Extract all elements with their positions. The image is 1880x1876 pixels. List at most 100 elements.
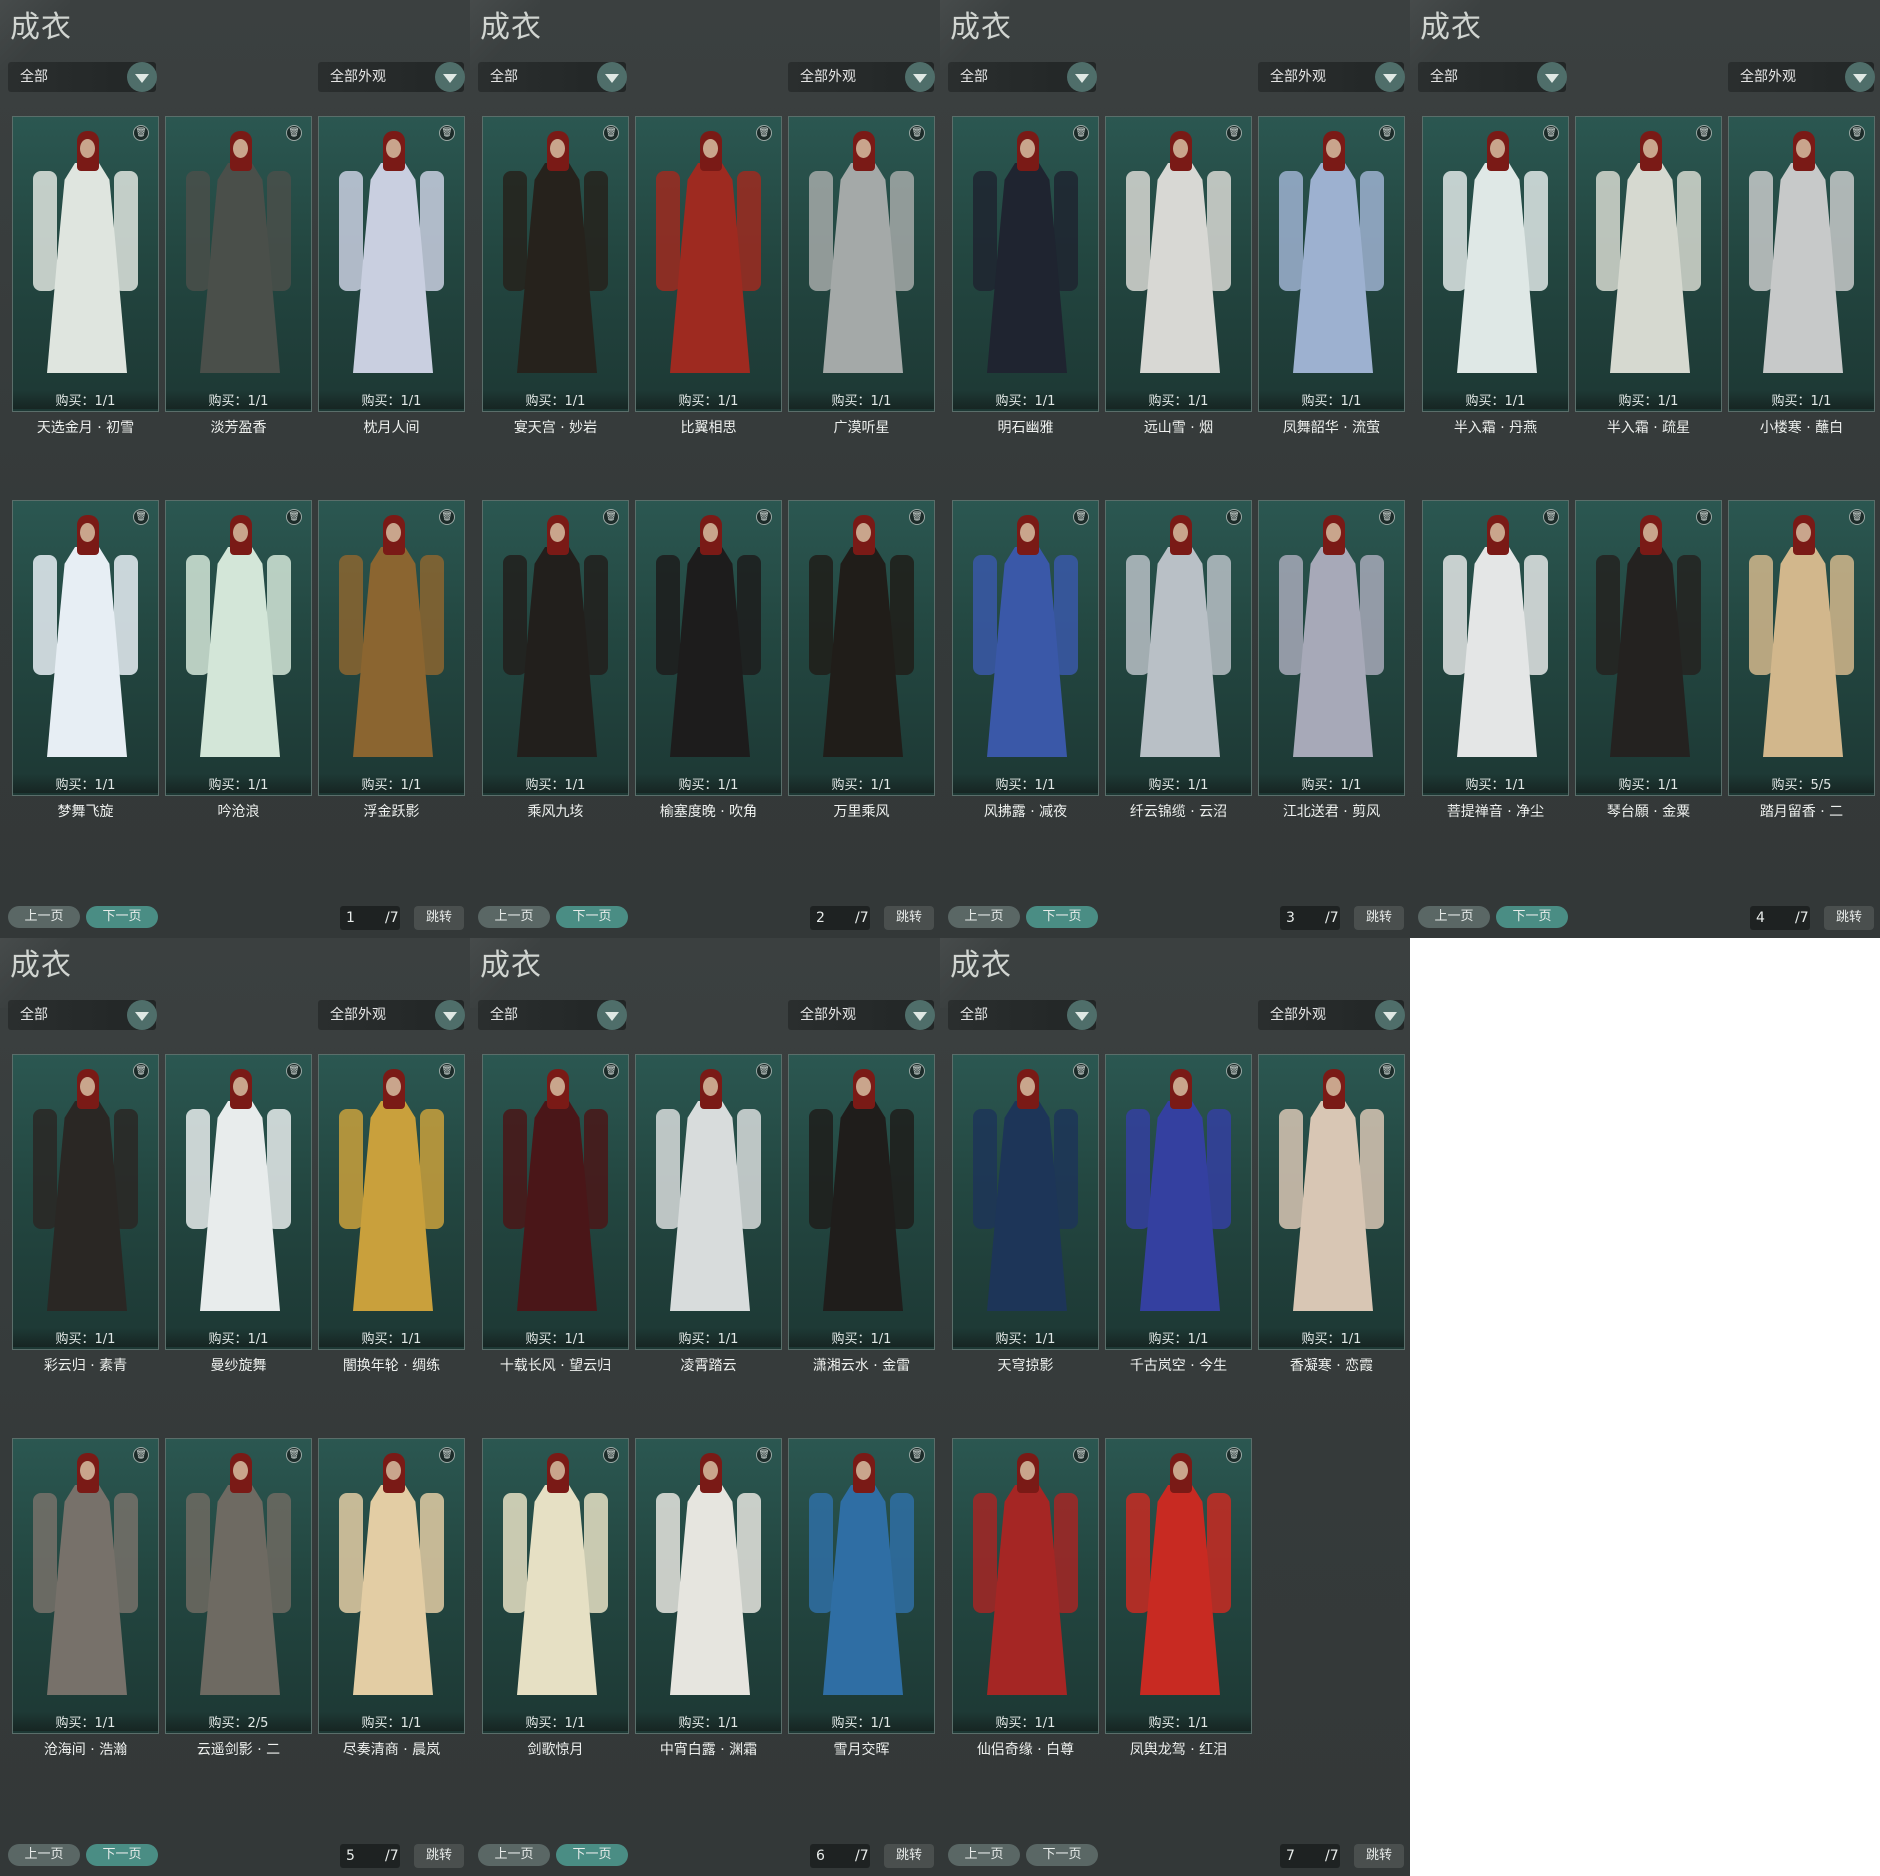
trash-icon[interactable]: 🗑	[133, 1447, 149, 1463]
appearance-dropdown[interactable]: 全部外观	[1728, 62, 1875, 92]
trash-icon[interactable]: 🗑	[286, 1063, 302, 1079]
category-dropdown[interactable]: 全部	[948, 62, 1097, 92]
outfit-card[interactable]: 🗑 购买：1/1	[1422, 500, 1569, 796]
trash-icon[interactable]: 🗑	[133, 1063, 149, 1079]
chevron-down-icon[interactable]	[127, 1000, 157, 1030]
next-page-button[interactable]: 下一页	[1026, 906, 1098, 928]
outfit-card[interactable]: 🗑 购买：1/1	[318, 1438, 465, 1734]
trash-icon[interactable]: 🗑	[1696, 509, 1712, 525]
trash-icon[interactable]: 🗑	[756, 509, 772, 525]
trash-icon[interactable]: 🗑	[1379, 125, 1395, 141]
outfit-card[interactable]: 🗑 购买：1/1	[165, 1054, 312, 1350]
category-dropdown[interactable]: 全部	[8, 62, 157, 92]
trash-icon[interactable]: 🗑	[756, 1063, 772, 1079]
page-number-input[interactable]: 5/7	[340, 1844, 400, 1868]
trash-icon[interactable]: 🗑	[1543, 125, 1559, 141]
appearance-dropdown[interactable]: 全部外观	[318, 1000, 465, 1030]
outfit-card[interactable]: 🗑 购买：1/1	[788, 1438, 935, 1734]
trash-icon[interactable]: 🗑	[909, 1063, 925, 1079]
trash-icon[interactable]: 🗑	[603, 1447, 619, 1463]
outfit-card[interactable]: 🗑 购买：1/1	[1728, 116, 1875, 412]
trash-icon[interactable]: 🗑	[756, 125, 772, 141]
jump-button[interactable]: 跳转	[1354, 1844, 1404, 1868]
prev-page-button[interactable]: 上一页	[948, 1844, 1020, 1866]
jump-button[interactable]: 跳转	[884, 906, 934, 930]
chevron-down-icon[interactable]	[435, 1000, 465, 1030]
outfit-card[interactable]: 🗑 购买：5/5	[1728, 500, 1875, 796]
category-dropdown[interactable]: 全部	[478, 62, 627, 92]
prev-page-button[interactable]: 上一页	[8, 1844, 80, 1866]
page-number-input[interactable]: 2/7	[810, 906, 870, 930]
chevron-down-icon[interactable]	[905, 1000, 935, 1030]
outfit-card[interactable]: 🗑 购买：1/1	[1575, 116, 1722, 412]
outfit-card[interactable]: 🗑 购买：1/1	[1105, 1438, 1252, 1734]
trash-icon[interactable]: 🗑	[1696, 125, 1712, 141]
jump-button[interactable]: 跳转	[1824, 906, 1874, 930]
trash-icon[interactable]: 🗑	[603, 509, 619, 525]
trash-icon[interactable]: 🗑	[1073, 1447, 1089, 1463]
next-page-button[interactable]: 下一页	[1496, 906, 1568, 928]
trash-icon[interactable]: 🗑	[1849, 125, 1865, 141]
outfit-card[interactable]: 🗑 购买：1/1	[12, 1438, 159, 1734]
page-number-input[interactable]: 4/7	[1750, 906, 1810, 930]
appearance-dropdown[interactable]: 全部外观	[788, 62, 935, 92]
outfit-card[interactable]: 🗑 购买：1/1	[1105, 1054, 1252, 1350]
outfit-card[interactable]: 🗑 购买：1/1	[1575, 500, 1722, 796]
chevron-down-icon[interactable]	[597, 62, 627, 92]
chevron-down-icon[interactable]	[1375, 62, 1405, 92]
next-page-button[interactable]: 下一页	[556, 906, 628, 928]
outfit-card[interactable]: 🗑 购买：1/1	[788, 500, 935, 796]
prev-page-button[interactable]: 上一页	[1418, 906, 1490, 928]
chevron-down-icon[interactable]	[597, 1000, 627, 1030]
outfit-card[interactable]: 🗑 购买：1/1	[952, 116, 1099, 412]
appearance-dropdown[interactable]: 全部外观	[1258, 1000, 1405, 1030]
outfit-card[interactable]: 🗑 购买：1/1	[635, 500, 782, 796]
trash-icon[interactable]: 🗑	[909, 509, 925, 525]
outfit-card[interactable]: 🗑 购买：1/1	[1258, 116, 1405, 412]
outfit-card[interactable]: 🗑 购买：1/1	[12, 116, 159, 412]
outfit-card[interactable]: 🗑 购买：1/1	[635, 116, 782, 412]
next-page-button[interactable]: 下一页	[86, 906, 158, 928]
trash-icon[interactable]: 🗑	[439, 1447, 455, 1463]
category-dropdown[interactable]: 全部	[948, 1000, 1097, 1030]
trash-icon[interactable]: 🗑	[133, 509, 149, 525]
jump-button[interactable]: 跳转	[884, 1844, 934, 1868]
trash-icon[interactable]: 🗑	[1226, 1447, 1242, 1463]
next-page-button[interactable]: 下一页	[1026, 1844, 1098, 1866]
outfit-card[interactable]: 🗑 购买：1/1	[952, 1438, 1099, 1734]
prev-page-button[interactable]: 上一页	[478, 1844, 550, 1866]
outfit-card[interactable]: 🗑 购买：1/1	[318, 116, 465, 412]
trash-icon[interactable]: 🗑	[1379, 1063, 1395, 1079]
trash-icon[interactable]: 🗑	[286, 509, 302, 525]
jump-button[interactable]: 跳转	[414, 1844, 464, 1868]
trash-icon[interactable]: 🗑	[439, 1063, 455, 1079]
appearance-dropdown[interactable]: 全部外观	[1258, 62, 1405, 92]
page-number-input[interactable]: 7/7	[1280, 1844, 1340, 1868]
trash-icon[interactable]: 🗑	[1073, 125, 1089, 141]
outfit-card[interactable]: 🗑 购买：1/1	[165, 500, 312, 796]
trash-icon[interactable]: 🗑	[1849, 509, 1865, 525]
outfit-card[interactable]: 🗑 购买：2/5	[165, 1438, 312, 1734]
outfit-card[interactable]: 🗑 购买：1/1	[788, 1054, 935, 1350]
trash-icon[interactable]: 🗑	[286, 125, 302, 141]
category-dropdown[interactable]: 全部	[478, 1000, 627, 1030]
outfit-card[interactable]: 🗑 购买：1/1	[12, 1054, 159, 1350]
outfit-card[interactable]: 🗑 购买：1/1	[482, 1054, 629, 1350]
outfit-card[interactable]: 🗑 购买：1/1	[318, 500, 465, 796]
appearance-dropdown[interactable]: 全部外观	[788, 1000, 935, 1030]
chevron-down-icon[interactable]	[1375, 1000, 1405, 1030]
prev-page-button[interactable]: 上一页	[8, 906, 80, 928]
outfit-card[interactable]: 🗑 购买：1/1	[952, 1054, 1099, 1350]
prev-page-button[interactable]: 上一页	[948, 906, 1020, 928]
trash-icon[interactable]: 🗑	[909, 1447, 925, 1463]
trash-icon[interactable]: 🗑	[439, 125, 455, 141]
outfit-card[interactable]: 🗑 购买：1/1	[1258, 500, 1405, 796]
chevron-down-icon[interactable]	[1845, 62, 1875, 92]
outfit-card[interactable]: 🗑 购买：1/1	[318, 1054, 465, 1350]
trash-icon[interactable]: 🗑	[1226, 509, 1242, 525]
page-number-input[interactable]: 6/7	[810, 1844, 870, 1868]
outfit-card[interactable]: 🗑 购买：1/1	[635, 1438, 782, 1734]
chevron-down-icon[interactable]	[127, 62, 157, 92]
trash-icon[interactable]: 🗑	[439, 509, 455, 525]
jump-button[interactable]: 跳转	[414, 906, 464, 930]
